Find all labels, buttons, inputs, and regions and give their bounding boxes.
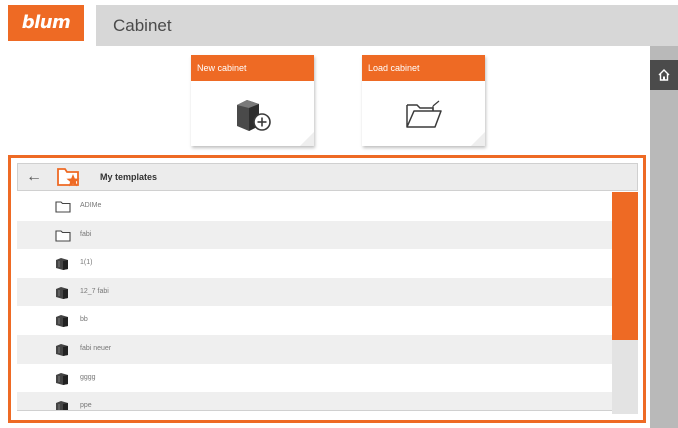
list-item[interactable]: 12_7 fabi bbox=[17, 277, 612, 307]
tile-body bbox=[362, 81, 485, 146]
templates-panel: ← My templates ADIMe fabi 1(1) 12_7 fabi… bbox=[8, 155, 646, 423]
item-label: ppe bbox=[80, 402, 92, 410]
list-item[interactable]: fabi bbox=[17, 220, 612, 250]
templates-toolbar: ← My templates bbox=[17, 163, 638, 191]
tile-fold bbox=[300, 132, 314, 146]
item-label: bb bbox=[80, 316, 88, 324]
templates-list: ADIMe fabi 1(1) 12_7 fabi bb fabi neuer bbox=[17, 192, 612, 410]
blum-logo: blum bbox=[8, 5, 84, 41]
app-window: blum Cabinet New cabinet Load cabinet ← … bbox=[0, 0, 678, 428]
template-folder-star-icon bbox=[57, 168, 80, 187]
item-label: 12_7 fabi bbox=[80, 287, 109, 295]
templates-title: My templates bbox=[100, 172, 158, 182]
new-cabinet-label: New cabinet bbox=[191, 55, 314, 81]
item-label: ADIMe bbox=[80, 202, 102, 209]
right-rail bbox=[650, 46, 678, 428]
back-arrow-icon[interactable]: ← bbox=[26, 168, 42, 186]
list-item[interactable]: ppe bbox=[17, 392, 612, 410]
cabinet-icon bbox=[56, 401, 68, 410]
item-label: 1(1) bbox=[80, 259, 93, 267]
new-cabinet-icon bbox=[236, 99, 271, 131]
header: blum Cabinet bbox=[0, 0, 678, 46]
item-label: gggg bbox=[80, 373, 96, 381]
list-item[interactable]: fabi neuer bbox=[17, 334, 612, 364]
list-item[interactable]: 1(1) bbox=[17, 249, 612, 278]
scrollbar-thumb[interactable] bbox=[612, 192, 638, 340]
item-label: fabi bbox=[80, 230, 92, 238]
load-cabinet-tile[interactable]: Load cabinet bbox=[362, 55, 485, 146]
item-label: fabi neuer bbox=[80, 344, 112, 352]
open-folder-icon bbox=[405, 100, 442, 128]
cabinet-icon bbox=[56, 315, 68, 328]
cabinet-icon bbox=[56, 286, 68, 299]
list-item[interactable]: bb bbox=[17, 306, 612, 335]
tile-body bbox=[191, 81, 314, 146]
folder-icon bbox=[55, 201, 71, 213]
page-title: Cabinet bbox=[113, 16, 172, 35]
home-icon bbox=[658, 69, 670, 81]
load-cabinet-label: Load cabinet bbox=[362, 55, 485, 81]
home-button[interactable] bbox=[650, 60, 678, 90]
list-item[interactable]: gggg bbox=[17, 364, 612, 393]
cabinet-icon bbox=[56, 343, 68, 356]
new-cabinet-tile[interactable]: New cabinet bbox=[191, 55, 314, 146]
tile-fold bbox=[471, 132, 485, 146]
cabinet-icon bbox=[56, 258, 68, 271]
folder-icon bbox=[55, 230, 71, 242]
cabinet-icon bbox=[56, 372, 68, 385]
list-bottom-bar bbox=[17, 410, 612, 415]
title-bar: Cabinet bbox=[96, 5, 678, 46]
list-item[interactable]: ADIMe bbox=[17, 192, 612, 221]
